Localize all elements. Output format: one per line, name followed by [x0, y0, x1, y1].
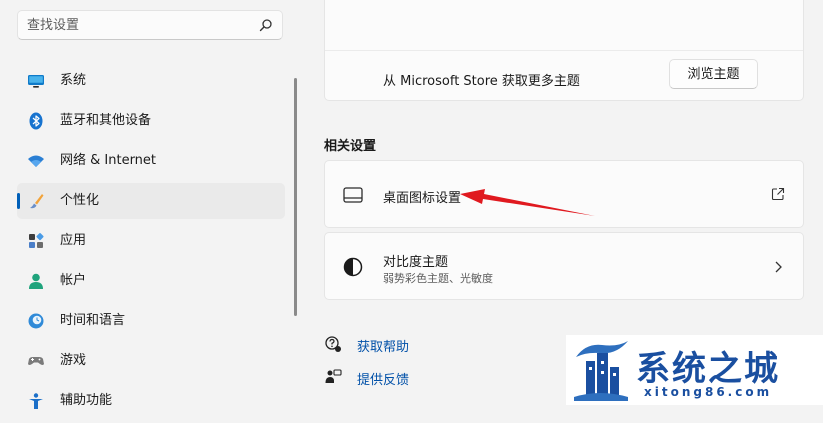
sidebar-item-accounts[interactable]: 帐户: [17, 263, 285, 299]
help-icon: [325, 336, 341, 352]
watermark-url: xitong86.com: [644, 385, 773, 399]
contrast-icon: [343, 257, 363, 277]
accessibility-icon: [29, 393, 43, 409]
annotation-arrow: [460, 189, 595, 216]
sidebar-scrollbar[interactable]: [294, 78, 297, 316]
sidebar-item-label: 辅助功能: [60, 393, 113, 408]
sidebar-item-label: 个性化: [60, 193, 100, 208]
desktop-icon: [343, 187, 363, 203]
sidebar-item-label: 帐户: [60, 273, 87, 288]
sidebar-item-label: 时间和语言: [60, 313, 126, 328]
apps-icon: [29, 233, 44, 248]
contrast-themes-label: 对比度主题: [383, 255, 449, 270]
contrast-themes-row[interactable]: 对比度主题 弱势彩色主题、光敏度: [324, 232, 804, 300]
search-icon[interactable]: [259, 18, 273, 32]
wifi-icon: [28, 155, 44, 167]
divider: [325, 50, 803, 51]
desktop-icon-settings-label: 桌面图标设置: [383, 191, 462, 206]
sidebar-item-label: 系统: [60, 73, 87, 88]
store-more-themes-text: 从 Microsoft Store 获取更多主题: [383, 74, 580, 89]
sidebar-item-accessibility[interactable]: 辅助功能: [17, 383, 285, 419]
related-settings-title: 相关设置: [324, 139, 377, 154]
person-icon: [29, 273, 43, 289]
sidebar-item-label: 网络 & Internet: [60, 153, 157, 168]
brush-icon: [30, 194, 44, 209]
themes-card: 从 Microsoft Store 获取更多主题 浏览主题: [324, 0, 804, 101]
open-external-icon: [771, 187, 785, 201]
watermark-title: 系统之城: [636, 349, 780, 389]
sidebar-item-label: 游戏: [60, 353, 87, 368]
clock-globe-icon: [28, 313, 44, 329]
feedback-label[interactable]: 提供反馈: [357, 369, 409, 388]
sidebar-item-system[interactable]: 系统: [17, 63, 285, 99]
sidebar-item-gaming[interactable]: 游戏: [17, 343, 285, 379]
contrast-themes-sublabel: 弱势彩色主题、光敏度: [383, 272, 493, 285]
sidebar-item-time-language[interactable]: 时间和语言: [17, 303, 285, 339]
get-help-label[interactable]: 获取帮助: [357, 336, 409, 355]
monitor-icon: [28, 75, 44, 88]
sidebar-item-network[interactable]: 网络 & Internet: [17, 143, 285, 179]
city-logo-icon: [574, 341, 628, 401]
sidebar-nav: 系统 蓝牙和其他设备 网络 & Internet 个性化 应用 帐户 时间和语言…: [17, 63, 285, 423]
sidebar-item-bluetooth[interactable]: 蓝牙和其他设备: [17, 103, 285, 139]
sidebar-item-apps[interactable]: 应用: [17, 223, 285, 259]
selection-indicator: [17, 193, 20, 209]
feedback-icon: [325, 369, 342, 383]
sidebar-item-label: 应用: [60, 233, 87, 248]
gamepad-icon: [28, 357, 44, 365]
sidebar-item-personalization[interactable]: 个性化: [17, 183, 285, 219]
sidebar-item-label: 蓝牙和其他设备: [60, 113, 152, 128]
search-box[interactable]: [17, 10, 283, 40]
search-input[interactable]: [27, 16, 247, 34]
bluetooth-icon: [29, 112, 43, 130]
chevron-right-icon: [775, 261, 782, 273]
watermark-logo: 系统之城 xitong86.com: [566, 335, 823, 405]
browse-themes-button[interactable]: 浏览主题: [669, 59, 758, 89]
